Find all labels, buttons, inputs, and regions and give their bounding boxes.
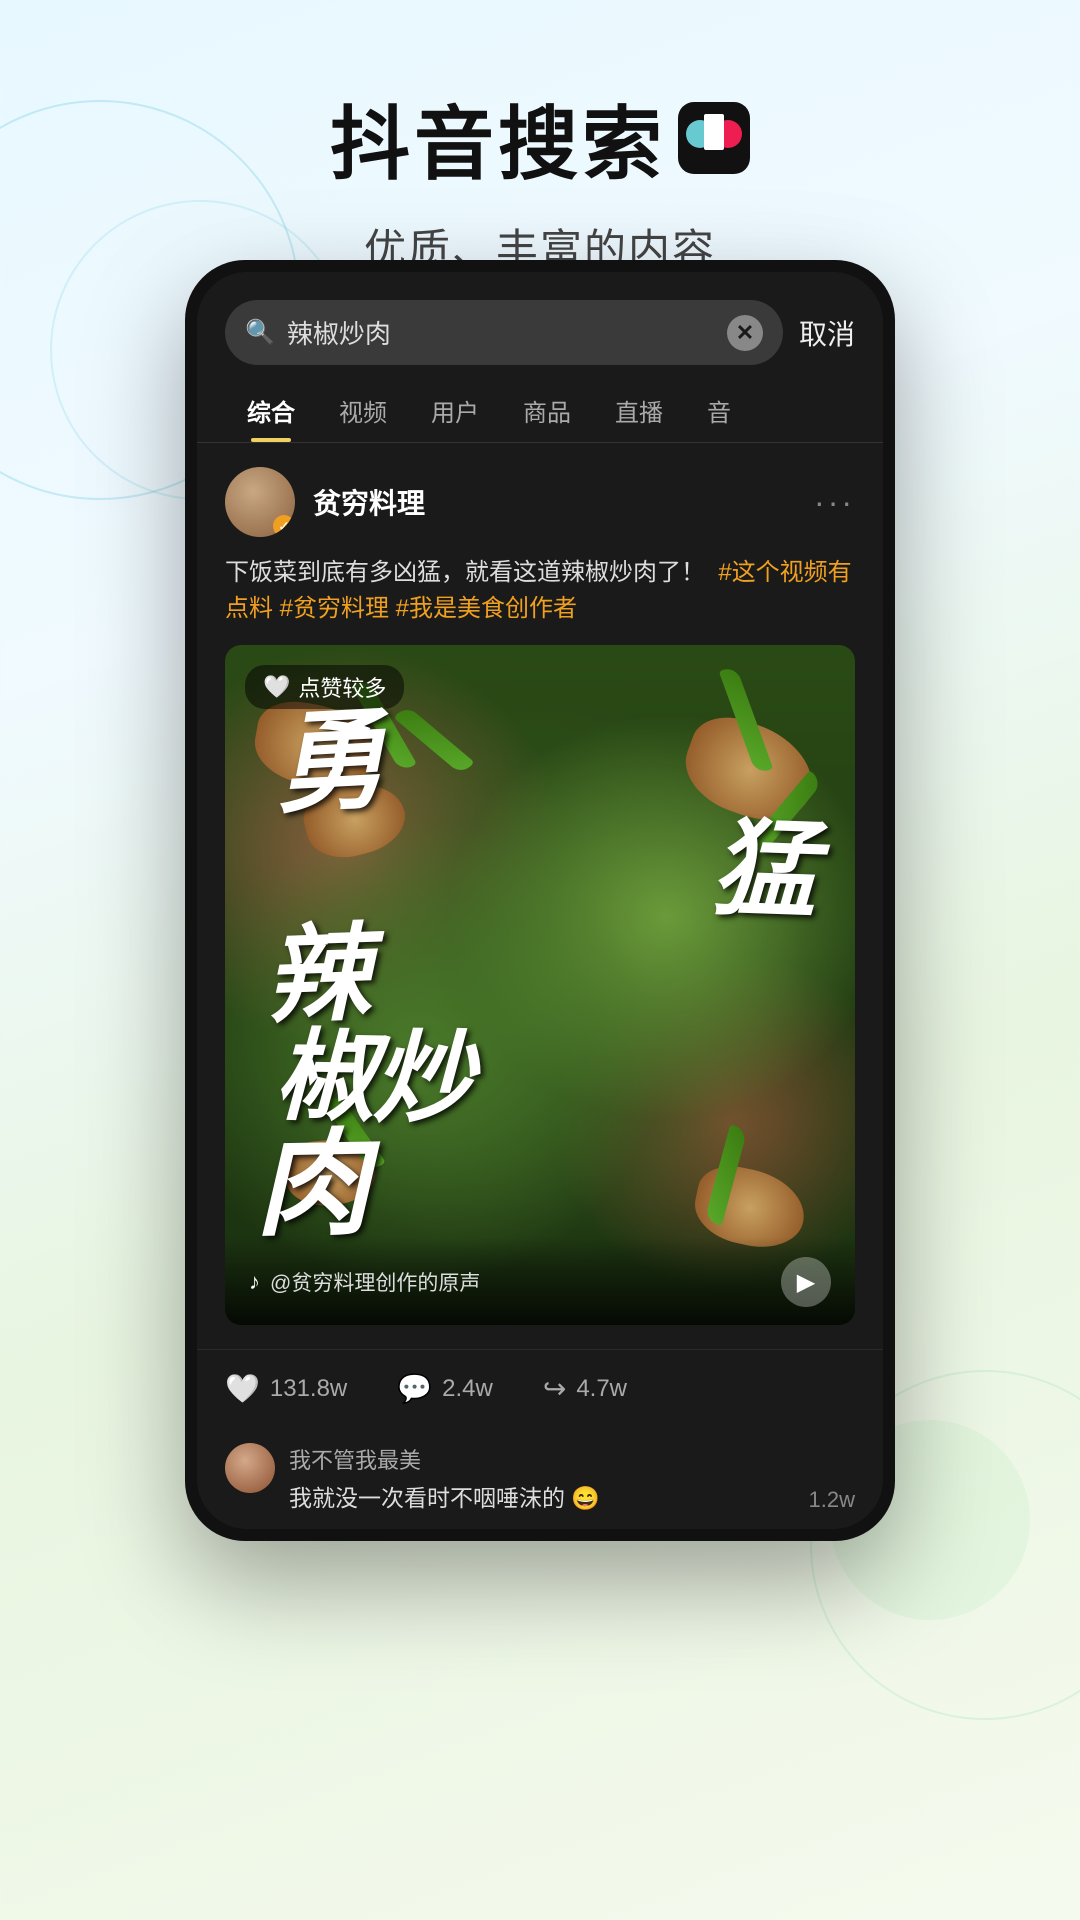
heart-stat-icon: 🤍 xyxy=(225,1372,260,1405)
search-input[interactable]: 辣椒炒肉 xyxy=(287,314,715,351)
page-header: 抖音搜索 优质、丰富的内容 xyxy=(0,0,1080,277)
tiktok-small-icon: ♪ xyxy=(249,1269,260,1295)
tab-live[interactable]: 直播 xyxy=(593,381,685,442)
user-avatar[interactable]: ✓ xyxy=(225,467,295,537)
calligraphy-line-2: 猛 xyxy=(710,816,817,925)
phone-frame: 🔍 辣椒炒肉 ✕ 取消 综合 视频 用户 商品 xyxy=(185,260,895,1541)
tab-audio[interactable]: 音 xyxy=(685,381,753,442)
calligraphy-line-1: 勇 xyxy=(272,705,386,821)
user-name[interactable]: 贫穷料理 xyxy=(313,482,796,522)
title-row: 抖音搜索 xyxy=(0,80,1080,196)
likes-count: 131.8w xyxy=(270,1375,347,1403)
tabs-area: 综合 视频 用户 商品 直播 音 xyxy=(197,365,883,443)
commenter-name: 我不管我最美 xyxy=(289,1443,795,1475)
share-stat-icon: ↪ xyxy=(543,1372,566,1405)
cancel-button[interactable]: 取消 xyxy=(799,313,855,353)
calligraphy-overlay: 勇 猛 辣 椒炒 肉 xyxy=(245,705,835,1245)
stat-shares[interactable]: ↪ 4.7w xyxy=(543,1372,627,1405)
calligraphy-line-5: 肉 xyxy=(254,1127,369,1244)
sound-text: @贫穷料理创作的原声 xyxy=(270,1267,480,1297)
video-thumbnail[interactable]: 🤍 点赞较多 勇 猛 辣 椒炒 肉 xyxy=(225,645,855,1325)
tab-comprehensive[interactable]: 综合 xyxy=(225,381,317,442)
tiktok-logo-icon xyxy=(678,102,750,174)
stat-likes[interactable]: 🤍 131.8w xyxy=(225,1372,347,1405)
comment-text: 我就没一次看时不咽唾沫的 😄 xyxy=(289,1479,795,1513)
comments-count: 2.4w xyxy=(442,1375,493,1403)
content-area: ✓ 贫穷料理 ··· 下饭菜到底有多凶猛，就看这道辣椒炒肉了！ #这个视频有点料… xyxy=(197,443,883,1349)
commenter-avatar[interactable] xyxy=(225,1443,275,1493)
video-bottom-bar: ♪ @贫穷料理创作的原声 ▶ xyxy=(225,1237,855,1325)
play-button[interactable]: ▶ xyxy=(781,1257,831,1307)
phone-mockup: 🔍 辣椒炒肉 ✕ 取消 综合 视频 用户 商品 xyxy=(185,260,895,1541)
verified-badge: ✓ xyxy=(273,515,295,537)
tab-user[interactable]: 用户 xyxy=(409,381,501,442)
comment-count: 1.2w xyxy=(809,1487,855,1513)
more-options-button[interactable]: ··· xyxy=(814,484,855,521)
shares-count: 4.7w xyxy=(576,1375,627,1403)
stat-comments[interactable]: 💬 2.4w xyxy=(397,1372,493,1405)
calligraphy-line-4: 椒炒 xyxy=(274,1026,472,1129)
search-icon: 🔍 xyxy=(245,318,275,347)
post-text: 下饭菜到底有多凶猛，就看这道辣椒炒肉了！ #这个视频有点料 #贫穷料理 #我是美… xyxy=(225,555,855,627)
search-bar-area: 🔍 辣椒炒肉 ✕ 取消 xyxy=(197,272,883,365)
search-input-wrap[interactable]: 🔍 辣椒炒肉 ✕ xyxy=(225,300,783,365)
user-card: ✓ 贫穷料理 ··· xyxy=(225,467,855,537)
calligraphy-line-3: 辣 xyxy=(263,921,370,1030)
heart-icon: 🤍 xyxy=(263,674,290,700)
tab-product[interactable]: 商品 xyxy=(501,381,593,442)
stats-row: 🤍 131.8w 💬 2.4w ↪ 4.7w xyxy=(197,1349,883,1427)
phone-screen: 🔍 辣椒炒肉 ✕ 取消 综合 视频 用户 商品 xyxy=(197,272,883,1529)
comment-content: 我不管我最美 我就没一次看时不咽唾沫的 😄 xyxy=(289,1443,795,1513)
clear-search-button[interactable]: ✕ xyxy=(727,315,763,351)
comment-preview: 我不管我最美 我就没一次看时不咽唾沫的 😄 1.2w xyxy=(197,1427,883,1529)
sound-info[interactable]: ♪ @贫穷料理创作的原声 xyxy=(249,1267,480,1297)
comment-stat-icon: 💬 xyxy=(397,1372,432,1405)
page-title: 抖音搜索 xyxy=(330,80,666,196)
tab-video[interactable]: 视频 xyxy=(317,381,409,442)
video-inner: 🤍 点赞较多 勇 猛 辣 椒炒 肉 xyxy=(225,645,855,1325)
tiktok-note-shape xyxy=(704,114,724,150)
